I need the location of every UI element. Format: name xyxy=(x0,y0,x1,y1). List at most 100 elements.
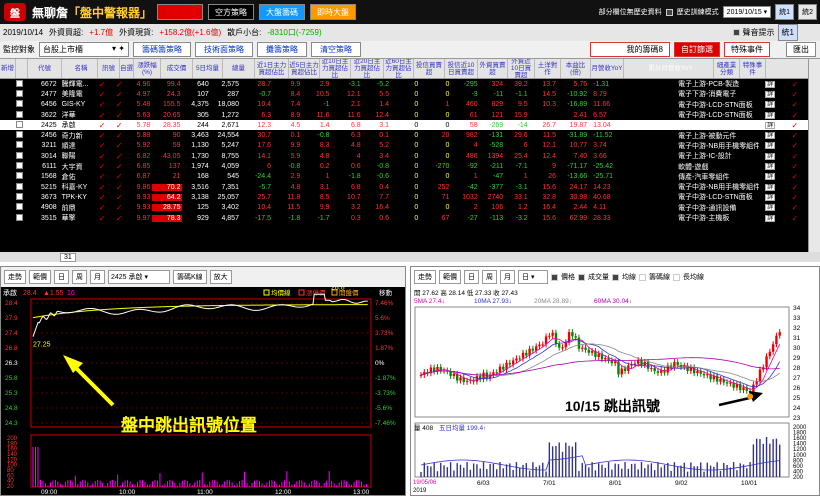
watchlist-check-icon[interactable]: ✓ xyxy=(114,141,127,150)
check-ma[interactable] xyxy=(612,273,619,281)
col-header[interactable]: 近60日主力買超佔比 xyxy=(384,59,414,78)
table-row[interactable]: 6111 大宇資 ✓ ✓ 6.85 137 1,974 4,059 6 -0.8 0.2 0.6 -0.… xyxy=(0,161,808,171)
special-event-cell[interactable]: 詳 xyxy=(759,152,784,160)
special-event-cell[interactable]: 詳 xyxy=(759,101,784,109)
check-chips[interactable] xyxy=(639,273,646,281)
watchlist-check-icon[interactable]: ✓ xyxy=(114,90,127,99)
check-price[interactable] xyxy=(551,273,558,281)
row-checkbox[interactable] xyxy=(15,100,26,109)
table-row[interactable]: 2456 奇力新 ✓ ✓ 5.88 90 3,463 24,554 30.7 0.1 -0.8 6.3… xyxy=(0,130,808,140)
chips-strategy-button[interactable]: 籌碼籌策略 xyxy=(133,42,191,57)
row-checkbox[interactable] xyxy=(15,172,26,181)
col-header[interactable]: 訊號 xyxy=(98,59,120,78)
col-header[interactable]: 土洋對作 xyxy=(535,59,561,78)
check-longma[interactable] xyxy=(673,273,680,281)
special-event-cell[interactable]: 詳 xyxy=(759,183,784,191)
table-row[interactable]: 4908 前鼎 ✓ ✓ 9.93 28.75 125 3,402 10.4 11.5 9.9 3.2 1… xyxy=(0,203,808,213)
col-header[interactable]: 投信近10日買賣超 xyxy=(445,59,478,78)
intraday-tool-trend[interactable]: 走勢 xyxy=(4,270,26,284)
daily-tool-range[interactable]: 範價 xyxy=(439,270,461,284)
col-header[interactable]: 總量 xyxy=(223,59,255,78)
watchlist-check-icon[interactable]: ✓ xyxy=(114,152,127,161)
daily-tool-month[interactable]: 月 xyxy=(500,270,515,284)
col-header[interactable]: 投信買賣超 xyxy=(414,59,445,78)
row-checkbox[interactable] xyxy=(15,182,26,192)
col-header[interactable]: 漲跌幅(%) xyxy=(134,59,161,78)
status-tab-stat1[interactable]: 統1 xyxy=(777,24,798,41)
watchlist-check-icon[interactable]: ✓ xyxy=(114,193,127,202)
col-header[interactable]: 外資買賣超 xyxy=(478,59,508,78)
custom-filter-button[interactable]: 自訂篩選 xyxy=(674,42,720,57)
table-row[interactable]: 3211 順達 ✓ ✓ 5.92 59 1,130 5,247 17.6 9.9 8.3 4.8 5.2… xyxy=(0,141,808,151)
col-header[interactable]: 月營收YoY xyxy=(591,59,624,78)
col-header[interactable]: 累計月營收YoY xyxy=(624,59,714,78)
col-header[interactable]: 5日均量 xyxy=(193,59,223,78)
col-header[interactable]: 特殊事件 xyxy=(740,59,766,78)
history-mode-checkbox[interactable] xyxy=(665,8,673,16)
watchlist-check-icon[interactable]: ✓ xyxy=(114,172,127,181)
col-header[interactable]: 外資近10日買賣超 xyxy=(508,59,535,78)
col-header[interactable]: 名稱 xyxy=(62,59,98,78)
table-row[interactable]: 1568 倉佑 ✓ ✓ 6.87 21 168 545 -24.4 2.9 1 -1.8 -0.6 0 0 1… xyxy=(0,172,808,182)
watchlist-check-icon[interactable]: ✓ xyxy=(114,203,127,212)
chips-kline-button[interactable]: 籌碼K線 xyxy=(173,270,207,284)
special-event-cell[interactable]: 詳 xyxy=(759,80,784,88)
daily-tool-trend[interactable]: 走勢 xyxy=(414,270,436,284)
special-event-cell[interactable]: 詳 xyxy=(759,90,784,98)
intraday-tool-range[interactable]: 範價 xyxy=(29,270,51,284)
special-event-cell[interactable]: 詳 xyxy=(759,132,784,140)
col-header[interactable]: 新增 xyxy=(0,59,16,78)
watchlist-check-icon[interactable]: ✓ xyxy=(114,100,127,109)
tab-stat1[interactable]: 統1 xyxy=(775,4,795,20)
market-chips-button[interactable]: 大盤籌碼 xyxy=(259,4,306,20)
special-event-cell[interactable]: 詳 xyxy=(759,163,784,171)
special-event-cell[interactable]: 詳 xyxy=(759,204,784,212)
special-event-cell[interactable]: 詳 xyxy=(759,214,784,222)
col-header[interactable] xyxy=(16,59,28,78)
row-checkbox[interactable] xyxy=(15,89,26,99)
my-chips-button[interactable]: 我的籌碼8 xyxy=(590,42,670,57)
sound-alert-checkbox[interactable] xyxy=(732,29,740,36)
row-checkbox[interactable] xyxy=(15,141,26,150)
clear-strategy-button[interactable]: 清空策略 xyxy=(311,42,361,57)
table-scrollbar[interactable] xyxy=(808,59,820,252)
row-checkbox[interactable] xyxy=(15,203,26,212)
intraday-tool-month[interactable]: 月 xyxy=(90,270,105,284)
table-row[interactable]: 3673 TPK-KY ✓ ✓ 9.93 64.2 3,138 25,057 25.7 11.8 8… xyxy=(0,192,808,202)
col-header[interactable]: 細產業分類 xyxy=(714,59,740,78)
daily-tool-week[interactable]: 周 xyxy=(482,270,497,284)
table-row[interactable]: 5215 科嘉-KY ✓ ✓ 9.86 70.2 3,516 7,351 -5.7 4.8 3.1 6… xyxy=(0,182,808,192)
col-header[interactable]: 近20日主力買超佔比 xyxy=(351,59,384,78)
daily-tool-day[interactable]: 日 xyxy=(464,270,479,284)
tab-stat2[interactable]: 統2 xyxy=(798,4,817,20)
table-row[interactable]: 2477 美隆電 ✓ ✓ 4.97 24.3 107 287 -0.7 8.4 10.5 12.1 5.… xyxy=(0,89,808,99)
check-volume[interactable] xyxy=(578,273,585,281)
intraday-tool-week[interactable]: 周 xyxy=(72,270,87,284)
special-event-cell[interactable]: 詳 xyxy=(759,142,784,150)
col-header[interactable]: 近5日主力買超佔比 xyxy=(289,59,320,78)
col-header[interactable]: 本益比(倍) xyxy=(561,59,591,78)
row-checkbox[interactable] xyxy=(15,79,26,89)
col-header[interactable]: 近1日主力買超佔比 xyxy=(255,59,289,78)
table-row[interactable]: 2425 承啟 ✓ ✓ 5.78 28.35 244 2,671 12.3 4.5 1.4 6.8 3.… xyxy=(0,120,808,131)
watchlist-check-icon[interactable]: ✓ xyxy=(114,183,127,192)
row-checkbox[interactable] xyxy=(15,151,26,161)
watchlist-check-icon[interactable]: ✓ xyxy=(114,111,127,120)
col-header[interactable]: 自選 xyxy=(120,59,134,78)
row-checkbox[interactable] xyxy=(15,131,26,140)
table-row[interactable]: 3014 聯陽 ✓ ✓ 6.82 43.05 1,730 8,755 14.1 5.9 4.8 4 3.… xyxy=(0,151,808,161)
export-button[interactable]: 匯出 xyxy=(786,42,816,57)
special-event-cell[interactable]: 詳 xyxy=(759,173,784,181)
table-row[interactable]: 3622 洋華 ✓ ✓ 5.63 20.65 305 1,272 6.3 8.9 11.6 11.6 1… xyxy=(0,110,808,120)
period-select[interactable]: 日 ▾ xyxy=(518,270,548,284)
special-event-button[interactable]: 特殊事件 xyxy=(724,42,770,57)
spread-strategy-button[interactable]: 攤籌策略 xyxy=(257,42,307,57)
long-strategy-button[interactable]: 多方策略 xyxy=(157,4,204,20)
table-row[interactable]: 3515 華擎 ✓ ✓ 9.97 78.3 929 4,857 -17.5 -1.8 -1.7 0.3… xyxy=(0,213,808,223)
watchlist-check-icon[interactable]: ✓ xyxy=(114,214,127,223)
date-picker[interactable]: 2019/10/15 ▾ xyxy=(722,6,772,18)
short-strategy-button[interactable]: 空方策略 xyxy=(208,4,255,20)
table-row[interactable]: 6672 騰輝電... ✓ ✓ 4.96 99.4 640 2,575 28.7 9.9 2.9 -3… xyxy=(0,79,808,89)
watchlist-check-icon[interactable]: ✓ xyxy=(114,121,127,130)
special-event-cell[interactable]: 詳 xyxy=(759,121,784,129)
